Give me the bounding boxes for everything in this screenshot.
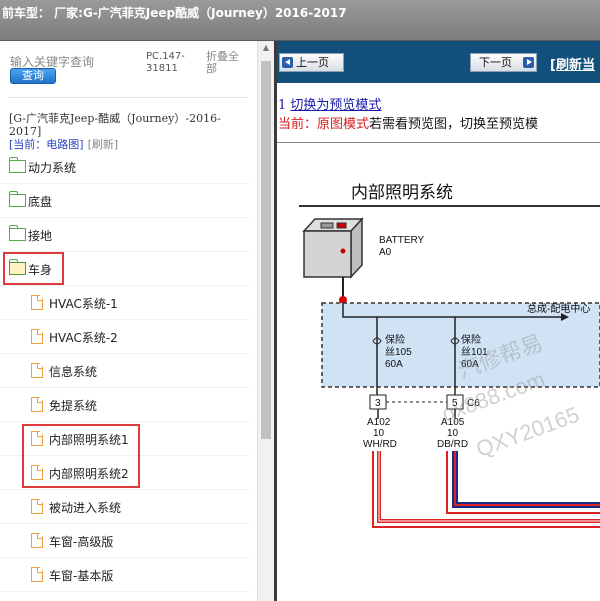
search-button[interactable]: 查询 [10,68,56,84]
tree-item-label: HVAC系统-2 [49,331,118,345]
folder-icon [9,191,26,207]
document-icon [31,295,43,310]
tree-item-powertrain[interactable]: 动力系统 [0,150,250,184]
tree-item-label: 动力系统 [28,161,77,175]
tree-item-window-basic[interactable]: 车窗-基本版 [0,558,250,592]
sidebar: 输入关键字查询 查询 PC.147-31811 折叠全部 [G-广汽菲克Jeep… [0,41,257,601]
wire-2-gauge: 10 [447,428,459,439]
fuse-105-label-2: 丝105 [385,346,412,358]
tree-item-hvac-1[interactable]: HVAC系统-1 [0,286,250,320]
tree-item-chassis[interactable]: 底盘 [0,184,250,218]
document-icon [31,329,43,344]
sidebar-scrollbar[interactable]: ▲ [257,41,274,601]
tree-item-passive-entry[interactable]: 被动进入系统 [0,490,250,524]
tree-item-label: 底盘 [28,195,53,209]
battery-code: A0 [379,247,392,258]
fuse-101-label-1: 保险 [461,333,481,346]
page-title: 前车型： 厂家:G-广汽菲克Jeep酷威（Journey）2016-2017 [2,6,347,20]
tree-item-label: 信息系统 [49,365,98,379]
tree-item-label: 免提系统 [49,399,98,413]
viewer-pane: 上一页 下一页 [刷新当 1 切换为预览模式 当前：原图模式若需看预览图，切换至… [277,41,600,601]
tree-item-ground[interactable]: 接地 [0,218,250,252]
document-icon [31,567,43,582]
document-icon [31,533,43,548]
document-icon [31,397,43,412]
wire-1-color: WH/RD [363,439,397,450]
tree-item-label: HVAC系统-1 [49,297,118,311]
battery-label: BATTERY [379,235,425,246]
tree-item-label: 接地 [28,229,53,243]
wire-1-code: A102 [367,417,391,428]
switch-prefix: 1 [278,98,291,113]
document-icon [31,499,43,514]
pc-code: PC.147-31811 [146,51,185,74]
vehicle-label: [G-广汽菲克Jeep-酷威（Journey）-2016-2017] [9,112,221,138]
highlight-box-body [3,252,64,285]
tree-item-window-premium[interactable]: 车窗-高级版 [0,524,250,558]
highlight-box-interior-lighting [22,424,140,488]
switch-mode-line: 1 切换为预览模式 [278,94,381,113]
document-icon [31,363,43,378]
content-divider [277,142,600,143]
current-mode-label: 当前：原图模式 [278,117,370,132]
battery-icon [302,217,364,279]
folder-icon [9,225,26,241]
diagram-title: 内部照明系统 [351,183,453,202]
tree-item-label: 车窗-基本版 [49,569,114,583]
fuse-105-amp: 60A [385,359,403,370]
tree-item-label: 车窗-高级版 [49,535,114,549]
wire-1-gauge: 10 [373,428,385,439]
arrow-right-icon [523,57,534,68]
tree-item-handsfree[interactable]: 免提系统 [0,388,250,422]
divider [8,97,248,98]
prev-page-button[interactable]: 上一页 [279,53,344,72]
tree-item-info-system[interactable]: 信息系统 [0,354,250,388]
wire-2-color: DB/RD [437,439,468,450]
collapse-all-link[interactable]: 折叠全部 [206,51,246,75]
refresh-page-link[interactable]: [刷新当 [550,54,595,73]
folder-icon [9,157,26,173]
arrow-left-icon [282,57,293,68]
mode-status-line: 当前：原图模式若需看预览图，切换至预览模 [278,113,538,132]
fuse-105-label-1: 保险 [385,333,405,346]
prev-page-label: 上一页 [296,56,329,69]
title-bar: 前车型： 厂家:G-广汽菲克Jeep酷威（Journey）2016-2017 [0,0,600,41]
mode-hint: 若需看预览图，切换至预览模 [369,117,539,132]
tree-item-label: 被动进入系统 [49,501,122,515]
viewer-toolbar: 上一页 下一页 [刷新当 [277,41,600,83]
scroll-thumb[interactable] [261,61,271,439]
pin-3-label: 3 [375,398,381,409]
tree-item-hvac-2[interactable]: HVAC系统-2 [0,320,250,354]
wiring-diagram: 内部照明系统 BATTERY A0 总成-配电中心 保险 丝105 60A 保险 [299,183,600,528]
next-page-label: 下一页 [479,56,512,69]
next-page-button[interactable]: 下一页 [470,53,537,72]
switch-preview-link[interactable]: 切换为预览模式 [290,98,381,113]
pdc-label: 总成-配电中心 [527,302,590,315]
scroll-up-arrow-icon[interactable]: ▲ [258,43,274,57]
